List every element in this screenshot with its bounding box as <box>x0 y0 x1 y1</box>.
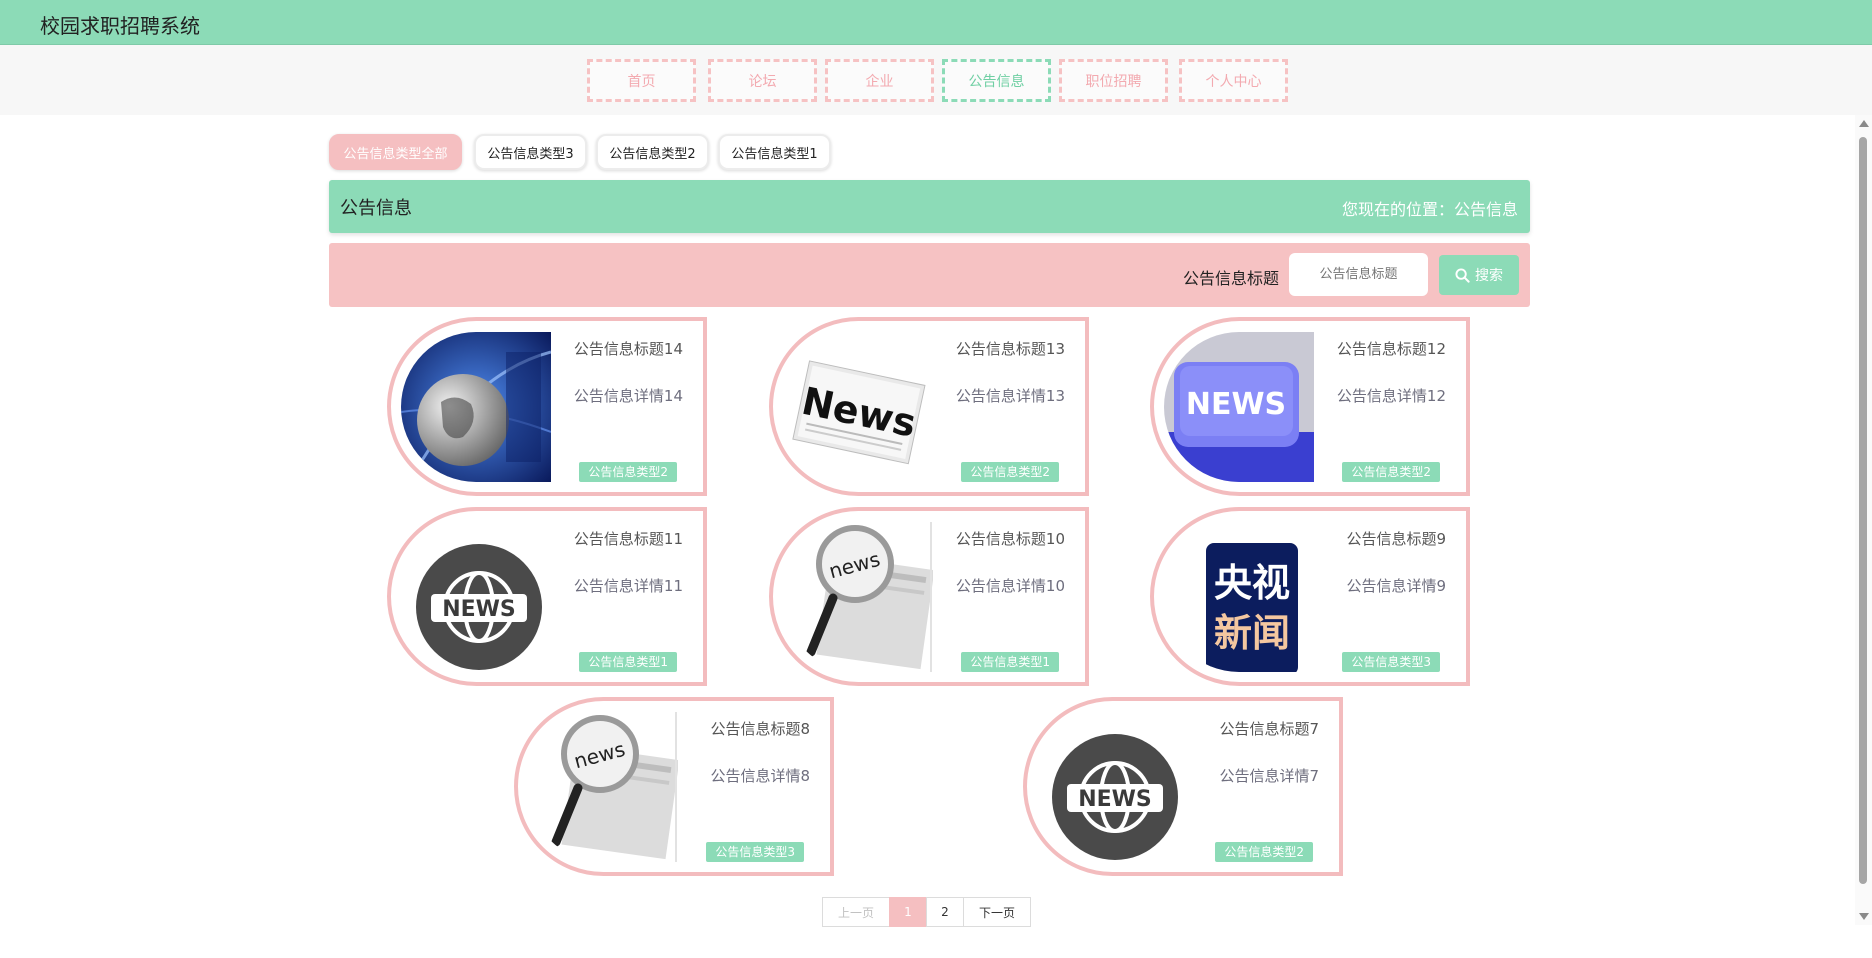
scroll-thumb[interactable] <box>1859 137 1867 884</box>
nav-personal-center[interactable]: 个人中心 <box>1179 59 1288 102</box>
nav-company[interactable]: 企业 <box>825 59 934 102</box>
globe-news-text: NEWS <box>442 597 516 622</box>
card-detail: 公告信息详情10 <box>955 577 1065 595</box>
scroll-down-arrow-icon[interactable] <box>1859 913 1869 920</box>
card-type-badge: 公告信息类型3 <box>706 842 804 862</box>
announcement-card[interactable]: 央视 新闻 公告信息标题9 公告信息详情9 公告信息类型3 <box>1150 507 1470 686</box>
pagination-prev-button[interactable]: 上一页 <box>822 897 890 927</box>
announcement-card[interactable]: NEWS 公告信息标题12 公告信息详情12 公告信息类型2 <box>1150 317 1470 496</box>
card-type-badge: 公告信息类型2 <box>1342 462 1440 482</box>
pagination-page-2[interactable]: 2 <box>926 897 964 927</box>
magnifier-news-image: news <box>528 712 678 862</box>
globe-news-icon-image: NEWS <box>1037 712 1187 862</box>
section-title: 公告信息 <box>340 198 412 219</box>
search-button-label: 搜索 <box>1475 268 1503 284</box>
card-title: 公告信息标题12 <box>1336 340 1446 358</box>
card-type-badge: 公告信息类型2 <box>579 462 677 482</box>
card-type-badge: 公告信息类型1 <box>961 652 1059 672</box>
nav-home[interactable]: 首页 <box>587 59 696 102</box>
nav-announcements[interactable]: 公告信息 <box>942 59 1051 102</box>
card-title: 公告信息标题14 <box>573 340 683 358</box>
card-title: 公告信息标题11 <box>573 530 683 548</box>
card-type-badge: 公告信息类型2 <box>961 462 1059 482</box>
card-detail: 公告信息详情7 <box>1219 767 1319 785</box>
newspaper-image: News <box>783 332 933 482</box>
tab-type-2[interactable]: 公告信息类型2 <box>596 134 709 170</box>
globe-news-text: NEWS <box>1078 787 1152 812</box>
announcement-card[interactable]: NEWS 公告信息标题7 公告信息详情7 公告信息类型2 <box>1023 697 1343 876</box>
tab-type-3[interactable]: 公告信息类型3 <box>474 134 587 170</box>
search-label: 公告信息标题 <box>1183 269 1280 288</box>
announcement-card[interactable]: News 公告信息标题13 公告信息详情13 公告信息类型2 <box>769 317 1089 496</box>
card-title: 公告信息标题10 <box>955 530 1065 548</box>
main-nav: 首页 论坛 企业 公告信息 职位招聘 个人中心 <box>0 45 1872 115</box>
card-title: 公告信息标题9 <box>1346 530 1446 548</box>
announcement-card[interactable]: NEWS 公告信息标题11 公告信息详情11 公告信息类型1 <box>387 507 707 686</box>
card-type-badge: 公告信息类型1 <box>579 652 677 672</box>
app-title: 校园求职招聘系统 <box>40 14 200 38</box>
pagination-next-button[interactable]: 下一页 <box>963 897 1031 927</box>
scroll-up-arrow-icon[interactable] <box>1859 120 1869 127</box>
card-detail: 公告信息详情13 <box>955 387 1065 405</box>
announcement-card[interactable]: news 公告信息标题8 公告信息详情8 公告信息类型3 <box>514 697 834 876</box>
announcement-card[interactable]: 公告信息标题14 公告信息详情14 公告信息类型2 <box>387 317 707 496</box>
magnifier-news-image: news <box>783 522 933 672</box>
nav-jobs[interactable]: 职位招聘 <box>1059 59 1168 102</box>
tab-type-all[interactable]: 公告信息类型全部 <box>329 134 462 170</box>
pagination: 上一页 1 2 下一页 <box>822 897 1031 927</box>
page-scrollbar[interactable] <box>1855 115 1872 925</box>
tab-type-1[interactable]: 公告信息类型1 <box>718 134 831 170</box>
card-type-badge: 公告信息类型2 <box>1215 842 1313 862</box>
globe-news-icon-image: NEWS <box>401 522 551 672</box>
search-input[interactable] <box>1289 253 1428 296</box>
search-icon <box>1455 267 1470 283</box>
news-key-text: NEWS <box>1186 387 1286 422</box>
breadcrumb: 您现在的位置：公告信息 <box>1341 200 1518 219</box>
announcement-card[interactable]: news 公告信息标题10 公告信息详情10 公告信息类型1 <box>769 507 1089 686</box>
card-detail: 公告信息详情9 <box>1346 577 1446 595</box>
news-key-image: NEWS <box>1164 332 1314 482</box>
section-header: 公告信息 您现在的位置：公告信息 <box>329 180 1530 233</box>
search-button[interactable]: 搜索 <box>1439 255 1519 295</box>
globe-news-image <box>401 332 551 482</box>
card-detail: 公告信息详情11 <box>573 577 683 595</box>
search-bar: 公告信息标题 搜索 <box>329 243 1530 307</box>
card-detail: 公告信息详情14 <box>573 387 683 405</box>
cctv-logo-top-text: 央视 <box>1214 561 1290 605</box>
nav-forum[interactable]: 论坛 <box>708 59 817 102</box>
cctv-logo-bottom-text: 新闻 <box>1214 611 1290 655</box>
card-title: 公告信息标题8 <box>710 720 810 738</box>
card-detail: 公告信息详情8 <box>710 767 810 785</box>
cctv-news-logo-image: 央视 新闻 <box>1164 522 1314 672</box>
card-title: 公告信息标题13 <box>955 340 1065 358</box>
card-detail: 公告信息详情12 <box>1336 387 1446 405</box>
card-title: 公告信息标题7 <box>1219 720 1319 738</box>
pagination-page-1[interactable]: 1 <box>889 897 927 927</box>
card-type-badge: 公告信息类型3 <box>1342 652 1440 672</box>
app-header: 校园求职招聘系统 <box>0 0 1872 45</box>
